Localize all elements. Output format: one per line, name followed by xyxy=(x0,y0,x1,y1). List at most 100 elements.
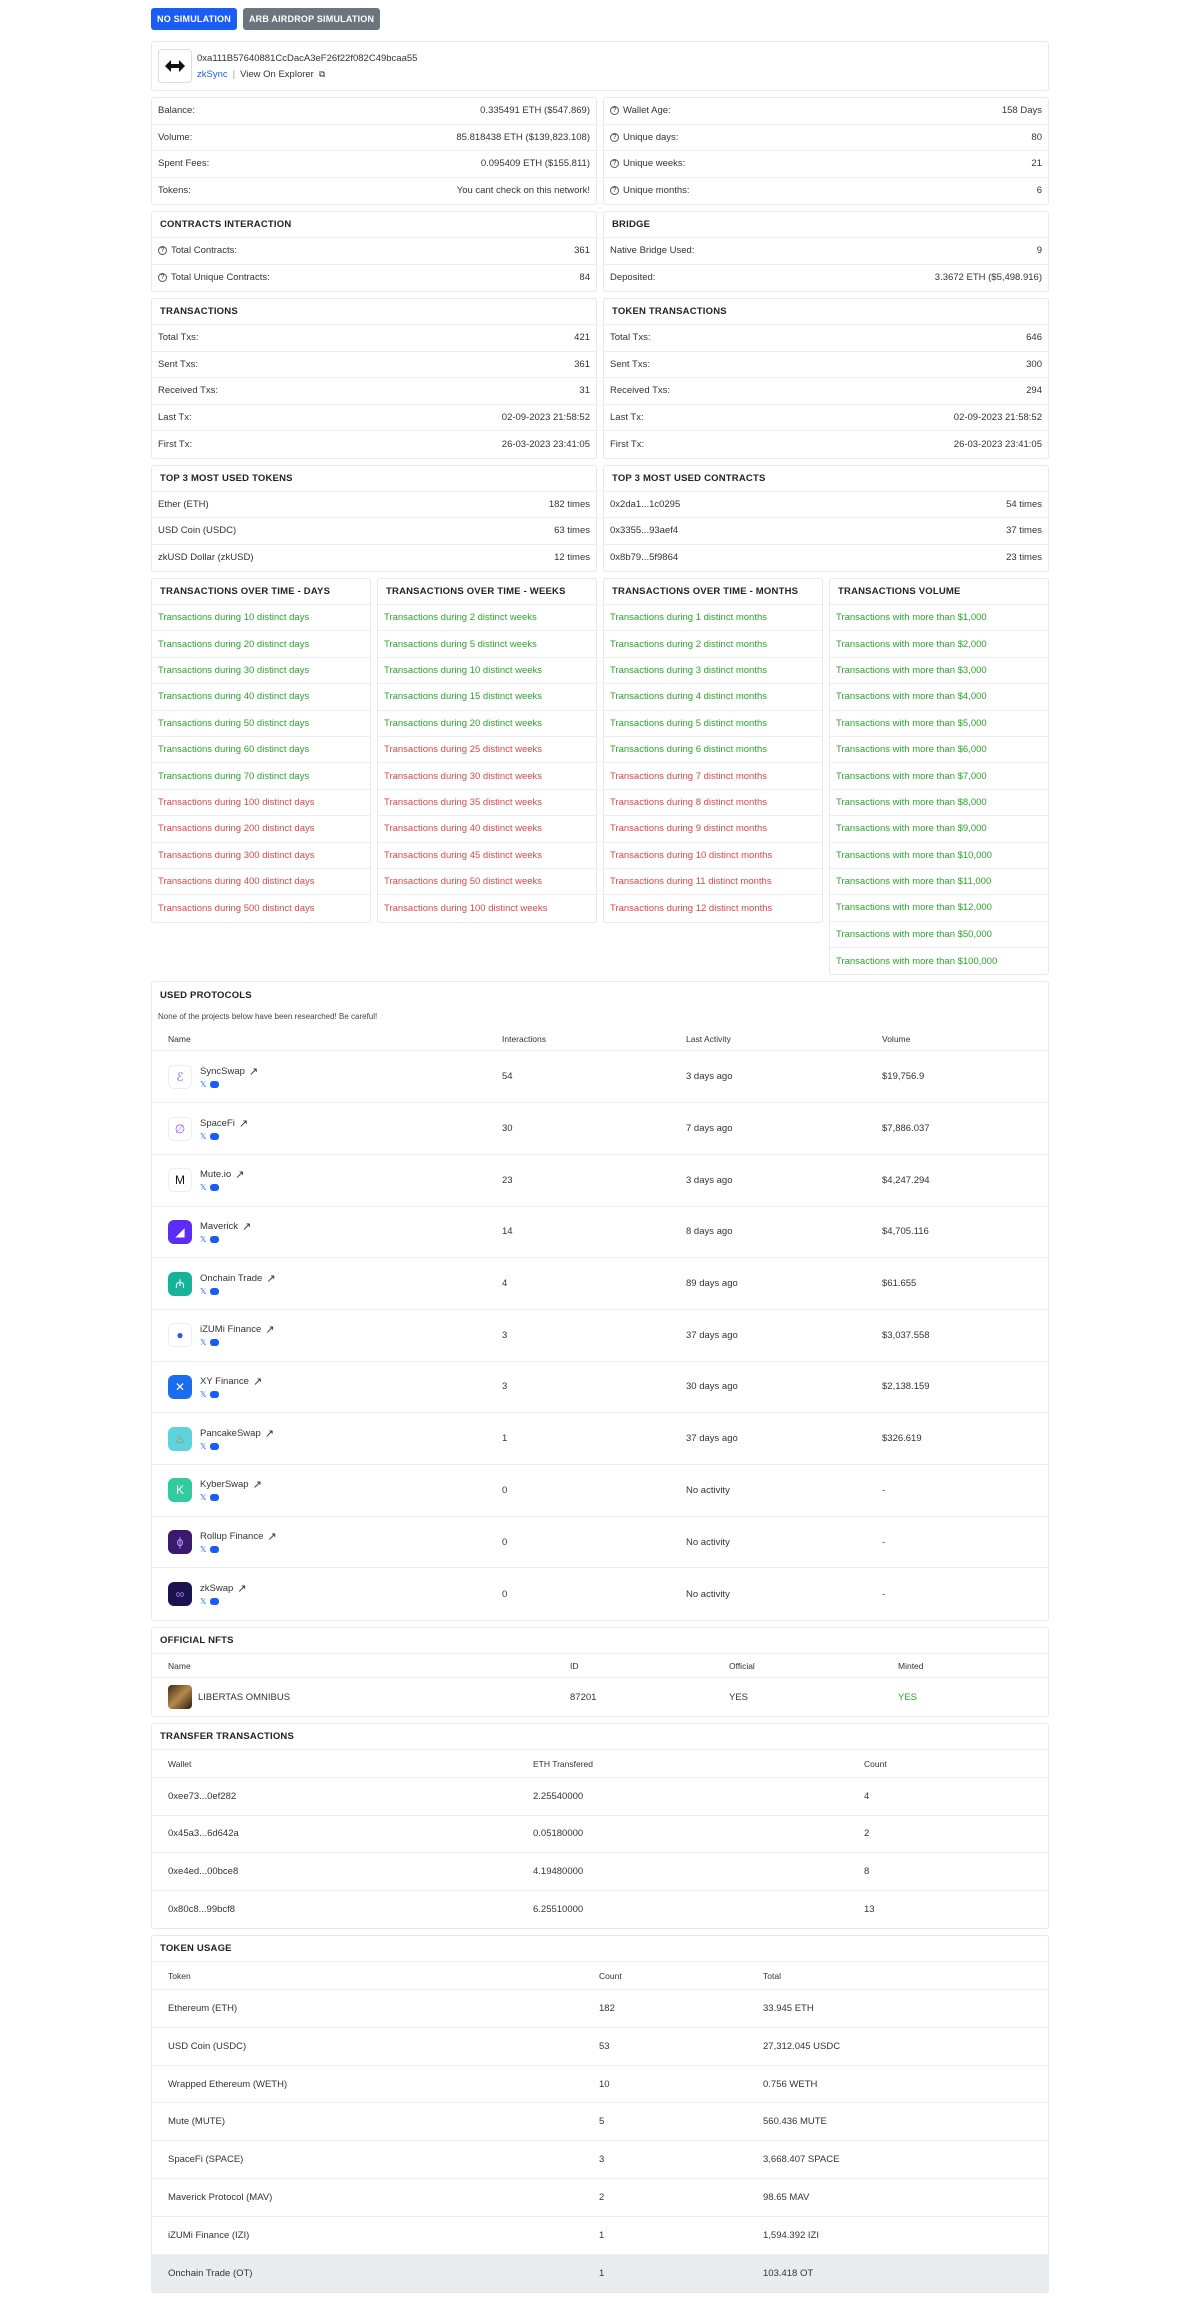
x-twitter-icon[interactable]: 𝕏 xyxy=(200,1546,206,1554)
help-icon: ? xyxy=(610,106,619,116)
stat-value: 02-09-2023 21:58:52 xyxy=(953,411,1042,423)
kyberswap-logo-icon: K xyxy=(168,1478,192,1503)
protocol-name-link[interactable]: zkSwap xyxy=(200,1583,233,1594)
protocol-volume: $2,138.159 xyxy=(882,1381,930,1393)
stat-value: 158 Days xyxy=(1001,105,1042,117)
stat-value: 23 times xyxy=(1006,552,1042,564)
summary-section: Balance: 0.335491 ETH ($547.869) Volume: 85… xyxy=(151,97,1049,205)
stat-row: Tokens: You cant check on this network! xyxy=(152,178,596,205)
stat-label: Tokens: xyxy=(158,185,191,197)
discord-icon[interactable] xyxy=(210,1287,220,1295)
criterion-item: Transactions with more than $11,000 xyxy=(830,869,1048,896)
top-contracts-title: TOP 3 MOST USED CONTRACTS xyxy=(604,466,1048,492)
external-link-icon[interactable]: ⧉ xyxy=(319,69,325,80)
criterion-item: Transactions with more than $4,000 xyxy=(830,684,1048,711)
stat-label: zkUSD Dollar (zkUSD) xyxy=(158,552,254,564)
transfer-wallet: 0x45a3...6d642a xyxy=(168,1828,239,1840)
discord-icon[interactable] xyxy=(210,1339,220,1347)
transfer-row: 0xee73...0ef282 2.25540000 4 xyxy=(152,1778,1048,1816)
stat-value: 85.818438 ETH ($139,823.108) xyxy=(456,131,590,143)
protocol-name-link[interactable]: Mute.io xyxy=(200,1169,231,1180)
discord-icon[interactable] xyxy=(210,1235,220,1243)
protocol-name-link[interactable]: SyncSwap xyxy=(200,1066,245,1077)
criterion-item: Transactions during 10 distinct months xyxy=(604,843,822,869)
view-on-explorer-link[interactable]: View On Explorer xyxy=(240,69,314,80)
x-twitter-icon[interactable]: 𝕏 xyxy=(200,1598,206,1606)
protocol-volume: $4,705.116 xyxy=(882,1226,929,1238)
discord-icon[interactable] xyxy=(210,1390,220,1398)
x-twitter-icon[interactable]: 𝕏 xyxy=(200,1132,206,1141)
discord-icon[interactable] xyxy=(210,1546,220,1553)
arrow-up-right-icon[interactable]: ↗ xyxy=(235,1168,244,1181)
x-twitter-icon[interactable]: 𝕏 xyxy=(200,1494,206,1502)
arrow-up-right-icon[interactable]: ↗ xyxy=(239,1117,248,1130)
token-name: Mute (MUTE) xyxy=(168,2116,225,2128)
stat-row: First Tx: 26-03-2023 23:41:05 xyxy=(152,431,596,458)
transfer-row: 0xe4ed...00bce8 4.19480000 8 xyxy=(152,1853,1048,1891)
criterion-item: Transactions during 5 distinct weeks xyxy=(378,631,596,658)
stat-row: Total Txs: 646 xyxy=(604,325,1048,352)
criterion-item: Transactions with more than $3,000 xyxy=(830,658,1048,685)
stat-value: You cant check on this network! xyxy=(456,185,590,197)
arrow-up-right-icon[interactable]: ↗ xyxy=(267,1530,276,1543)
col-token: Token xyxy=(168,1970,191,1981)
arrow-up-right-icon[interactable]: ↗ xyxy=(265,1323,274,1336)
arrow-up-right-icon[interactable]: ↗ xyxy=(266,1272,275,1285)
izumi-logo-icon: ● xyxy=(168,1323,192,1348)
over-time-weeks-card: TRANSACTIONS OVER TIME - WEEKS Transacti… xyxy=(377,578,597,923)
protocol-name-link[interactable]: XY Finance xyxy=(200,1376,249,1387)
protocol-name-link[interactable]: Maverick xyxy=(200,1221,238,1232)
x-twitter-icon[interactable]: 𝕏 xyxy=(200,1287,206,1296)
criterion-item: Transactions during 8 distinct months xyxy=(604,790,822,817)
arb-airdrop-simulation-button[interactable]: ARB AIRDROP SIMULATION xyxy=(242,8,381,30)
criterion-item: Transactions during 9 distinct months xyxy=(604,816,822,843)
arrow-up-right-icon[interactable]: ↗ xyxy=(249,1065,258,1078)
network-link[interactable]: zkSync xyxy=(197,69,228,80)
protocol-row: ♨ PancakeSwap ↗ 𝕏 1 37 days ago $326.619 xyxy=(152,1413,1048,1465)
x-twitter-icon[interactable]: 𝕏 xyxy=(200,1184,206,1192)
contracts-interaction-title: CONTRACTS INTERACTION xyxy=(152,212,596,238)
x-twitter-icon[interactable]: 𝕏 xyxy=(200,1442,206,1451)
token-count: 182 xyxy=(599,2002,615,2014)
arrow-up-right-icon[interactable]: ↗ xyxy=(265,1427,274,1440)
discord-icon[interactable] xyxy=(210,1442,220,1450)
criterion-item: Transactions during 7 distinct months xyxy=(604,763,822,790)
arrow-up-right-icon[interactable]: ↗ xyxy=(242,1220,251,1233)
token-count: 1 xyxy=(599,2229,605,2241)
protocol-name-link[interactable]: KyberSwap xyxy=(200,1479,249,1490)
no-simulation-button[interactable]: NO SIMULATION xyxy=(151,8,237,30)
arrow-up-right-icon[interactable]: ↗ xyxy=(253,1375,262,1388)
criterion-item: Transactions during 6 distinct months xyxy=(604,737,822,764)
token-transactions-card: TOKEN TRANSACTIONS Total Txs: 646 Sent Txs… xyxy=(603,298,1049,459)
stat-label: Total Contracts: xyxy=(171,245,237,257)
protocol-name-link[interactable]: Rollup Finance xyxy=(200,1531,263,1542)
discord-icon[interactable] xyxy=(210,1494,220,1502)
token-total: 560.436 MUTE xyxy=(763,2116,827,2128)
protocol-name-link[interactable]: iZUMi Finance xyxy=(200,1324,261,1335)
token-usage-row: Wrapped Ethereum (WETH) 10 0.756 WETH xyxy=(152,2066,1048,2104)
discord-icon[interactable] xyxy=(210,1132,220,1140)
help-icon: ? xyxy=(610,159,619,169)
discord-icon[interactable] xyxy=(210,1598,220,1606)
stat-row: Received Txs: 31 xyxy=(152,378,596,405)
discord-icon[interactable] xyxy=(210,1080,220,1088)
criterion-item: Transactions during 12 distinct months xyxy=(610,902,773,914)
stat-label: Last Tx: xyxy=(610,411,644,423)
x-twitter-icon[interactable]: 𝕏 xyxy=(200,1235,206,1244)
protocol-name-link[interactable]: SpaceFi xyxy=(200,1118,235,1129)
stat-label: Volume: xyxy=(158,131,193,143)
protocol-name-link[interactable]: PancakeSwap xyxy=(200,1428,261,1439)
stat-value: 31 xyxy=(579,385,590,397)
criterion-item: Transactions during 2 distinct weeks xyxy=(378,605,596,632)
criterion-item: Transactions during 30 distinct weeks xyxy=(378,763,596,790)
col-name: Name xyxy=(168,1033,191,1044)
x-twitter-icon[interactable]: 𝕏 xyxy=(200,1390,206,1399)
arrow-up-right-icon[interactable]: ↗ xyxy=(237,1582,246,1595)
bridge-title: BRIDGE xyxy=(604,212,1048,238)
x-twitter-icon[interactable]: 𝕏 xyxy=(200,1339,206,1347)
x-twitter-icon[interactable]: 𝕏 xyxy=(200,1080,206,1089)
token-name: Ethereum (ETH) xyxy=(168,2002,238,2014)
arrow-up-right-icon[interactable]: ↗ xyxy=(253,1478,262,1491)
discord-icon[interactable] xyxy=(210,1184,220,1192)
protocol-name-link[interactable]: Onchain Trade xyxy=(200,1273,262,1284)
